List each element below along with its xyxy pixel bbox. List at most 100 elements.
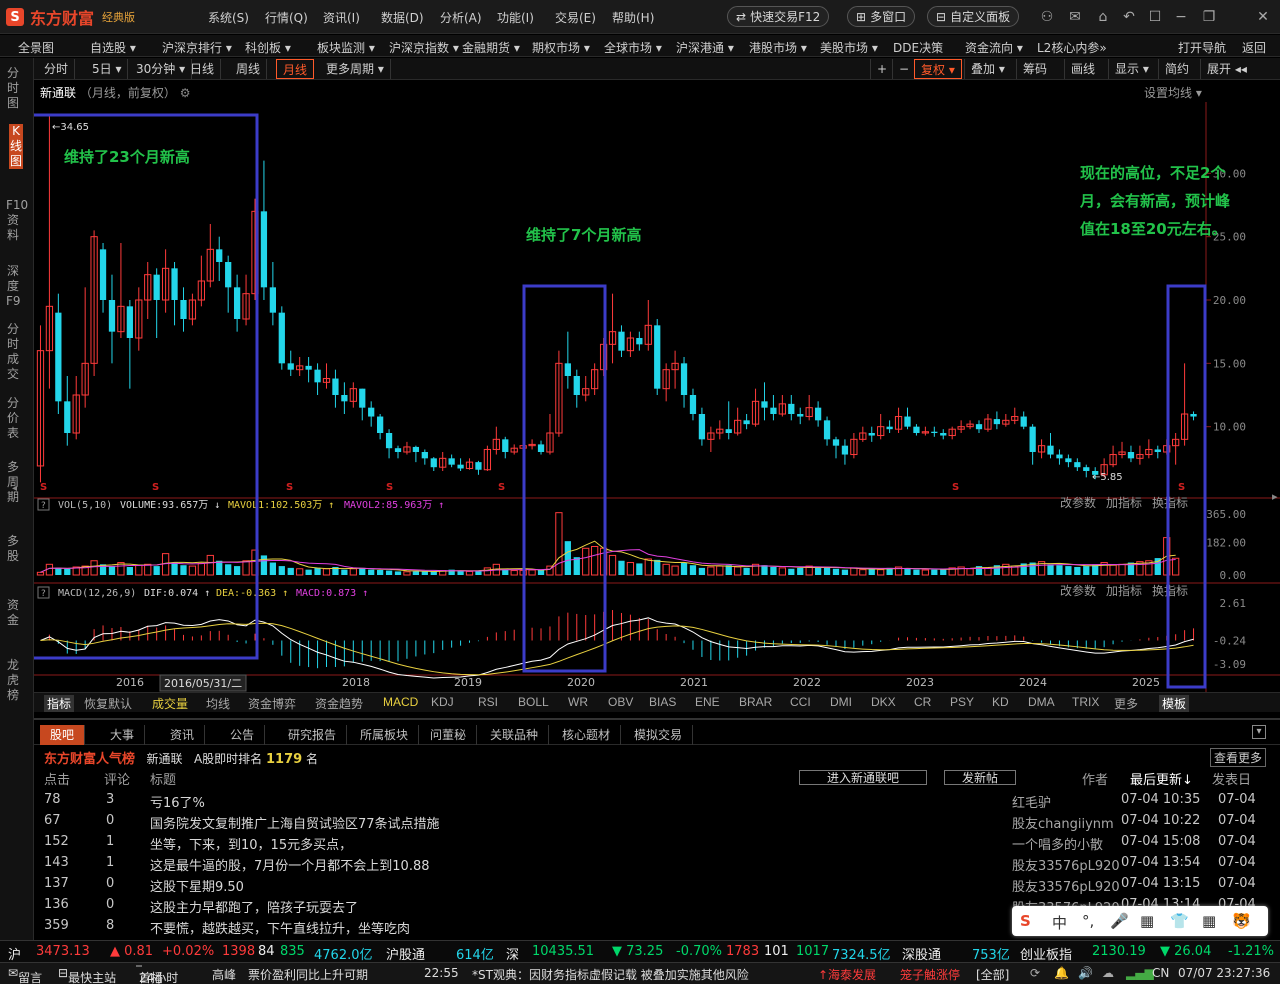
indicator-tab-7[interactable]: KDJ bbox=[431, 695, 454, 709]
set-ma-button[interactable]: 设置均线 ▾ bbox=[1144, 84, 1202, 101]
bottom-tab-7[interactable]: 关联品种 bbox=[480, 725, 550, 745]
col-clicks[interactable]: 点击 bbox=[44, 769, 70, 788]
fastest-server-button[interactable]: ⊟ 最快主站 bbox=[58, 966, 116, 984]
ime-logo-icon[interactable]: S bbox=[1020, 912, 1031, 930]
nav-open-guide[interactable]: 打开导航 bbox=[1178, 39, 1226, 56]
ime-skin-icon[interactable]: 👕 bbox=[1170, 912, 1189, 930]
zoom-out-button[interactable]: − bbox=[892, 59, 915, 79]
menu-function[interactable]: 功能(I) bbox=[497, 9, 534, 26]
col-comments[interactable]: 评论 bbox=[104, 769, 130, 788]
overlay-button[interactable]: 叠加 ▾ bbox=[964, 59, 1011, 79]
side-fund[interactable]: 资金 bbox=[6, 598, 20, 628]
post-row[interactable]: 137 0 这股下星期9.50 股友33576pL920 07-04 13:15 07-0… bbox=[34, 874, 1280, 895]
zoom-in-button[interactable]: + bbox=[870, 59, 893, 79]
post-author[interactable]: 红毛驴 bbox=[1012, 792, 1051, 811]
bottom-tab-2[interactable]: 资讯 bbox=[160, 725, 206, 745]
post-title[interactable]: 坐等，下来，到10，15元多买点， bbox=[150, 834, 352, 853]
menu-trade[interactable]: 交易(E) bbox=[555, 9, 596, 26]
nav-back[interactable]: 返回 bbox=[1242, 39, 1266, 56]
nav-watchlist[interactable]: 自选股 ▾ bbox=[90, 39, 136, 56]
chips-button[interactable]: 筹码 bbox=[1016, 59, 1053, 79]
indicator-tab-20[interactable]: KD bbox=[992, 695, 1009, 709]
bottom-tab-1[interactable]: 大事 bbox=[100, 725, 146, 745]
nav-fund-flow[interactable]: 资金流向 ▾ bbox=[965, 39, 1023, 56]
indicator-tab-6[interactable]: MACD bbox=[383, 695, 418, 709]
tab-weekly[interactable]: 周线 bbox=[230, 59, 268, 79]
nav-futures[interactable]: 金融期货 ▾ bbox=[462, 39, 520, 56]
ime-toolbox-icon[interactable]: ▦ bbox=[1202, 912, 1216, 930]
nav-hk[interactable]: 港股市场 ▾ bbox=[749, 39, 807, 56]
bottom-tab-8[interactable]: 核心题材 bbox=[552, 725, 622, 745]
adjust-button[interactable]: 复权 ▾ bbox=[914, 59, 962, 79]
ime-mascot-icon[interactable]: 🐯 bbox=[1232, 912, 1251, 930]
display-button[interactable]: 显示 ▾ bbox=[1108, 59, 1155, 79]
skin-icon[interactable]: ☐ bbox=[1146, 8, 1164, 26]
collapse-arrow-icon[interactable]: ◂ bbox=[12, 483, 17, 494]
tab-intraday[interactable]: 分时 bbox=[38, 59, 76, 79]
post-title[interactable]: 不要慌，越跌越买，下午直线拉升，坐等吃肉 bbox=[150, 918, 410, 937]
tab-more-period[interactable]: 更多周期 ▾ bbox=[320, 59, 391, 79]
back-icon[interactable]: ↶ bbox=[1120, 8, 1138, 26]
indicator-tab-22[interactable]: TRIX bbox=[1072, 695, 1099, 709]
side-dragon-tiger[interactable]: 龙虎榜 bbox=[6, 658, 20, 703]
indicator-tab-18[interactable]: CR bbox=[914, 695, 931, 709]
message-button[interactable]: ✉ 留言 bbox=[8, 966, 42, 984]
view-more-button[interactable]: 查看更多 bbox=[1209, 748, 1266, 767]
post-row[interactable]: 78 3 亏16了% 红毛驴 07-04 10:35 07-04 bbox=[34, 790, 1280, 811]
indicator-tab-1[interactable]: 恢复默认 bbox=[84, 695, 132, 712]
indicator-tab-14[interactable]: BRAR bbox=[739, 695, 772, 709]
menu-system[interactable]: 系统(S) bbox=[208, 9, 249, 26]
ime-chinese-mode[interactable]: 中 bbox=[1052, 912, 1067, 933]
nav-panorama[interactable]: 全景图 bbox=[18, 39, 54, 56]
custom-panel-button[interactable]: ⊟ 自定义面板 bbox=[927, 6, 1020, 27]
nav-l2[interactable]: L2核心内参» bbox=[1037, 39, 1107, 56]
menu-info[interactable]: 资讯(I) bbox=[323, 9, 360, 26]
bottom-tab-3[interactable]: 公告 bbox=[220, 725, 266, 745]
kline-chart[interactable]: 30.0025.0020.0015.0010.00←34.65←5.85S S S S… bbox=[34, 80, 1280, 692]
side-intraday[interactable]: 分时图 bbox=[6, 66, 20, 111]
sound-icon[interactable]: 🔊 bbox=[1078, 966, 1093, 980]
enter-forum-button[interactable]: 进入新通联吧 bbox=[799, 770, 927, 785]
post-row[interactable]: 143 1 这是最牛逼的股，7月份一个月都不会上到10.88 股友33576pL920… bbox=[34, 853, 1280, 874]
tab-5day[interactable]: 5日 ▾ bbox=[86, 59, 129, 79]
close-icon[interactable]: ✕ bbox=[1254, 8, 1272, 26]
indicator-tab-13[interactable]: ENE bbox=[695, 695, 720, 709]
col-title[interactable]: 标题 bbox=[150, 769, 176, 788]
panel-toggle-icon[interactable]: ▾ bbox=[1252, 725, 1266, 739]
indicator-tab-11[interactable]: OBV bbox=[608, 695, 633, 709]
minimize-icon[interactable]: − bbox=[1172, 8, 1190, 26]
post-author[interactable]: 股友33576pL920 bbox=[1012, 855, 1120, 874]
nav-options[interactable]: 期权市场 ▾ bbox=[532, 39, 590, 56]
tab-30min[interactable]: 30分钟 ▾ bbox=[130, 59, 193, 79]
side-kline[interactable]: K线图 bbox=[9, 124, 23, 169]
nav-connect[interactable]: 沪深港通 ▾ bbox=[676, 39, 734, 56]
ime-toolbar[interactable]: S 中 °, 🎤 ▦ 👕 ▦ 🐯 bbox=[1012, 906, 1268, 936]
bottom-tab-5[interactable]: 所属板块 bbox=[350, 725, 420, 745]
home-icon[interactable]: ⌂ bbox=[1094, 8, 1112, 26]
settings-icon[interactable]: ⚙ bbox=[180, 86, 191, 100]
indicator-tab-12[interactable]: BIAS bbox=[649, 695, 676, 709]
post-title[interactable]: 这是最牛逼的股，7月份一个月都不会上到10.88 bbox=[150, 855, 430, 874]
expand-button[interactable]: 展开 ◂◂ bbox=[1200, 59, 1253, 79]
post-title[interactable]: 国务院发文复制推广上海自贸试验区77条试点措施 bbox=[150, 813, 440, 832]
indicator-tab-8[interactable]: RSI bbox=[478, 695, 498, 709]
nav-us[interactable]: 美股市场 ▾ bbox=[820, 39, 878, 56]
multi-window-button[interactable]: ⊞ 多窗口 bbox=[847, 6, 916, 27]
ticker-news-2[interactable]: 票价盈利同比上升可期 bbox=[248, 966, 368, 983]
popularity-title[interactable]: 东方财富人气榜 bbox=[44, 752, 135, 767]
indicator-tab-10[interactable]: WR bbox=[568, 695, 588, 709]
indicator-tab-0[interactable]: 指标 bbox=[44, 695, 75, 712]
ticker-alert-1[interactable]: ↑海泰发展 bbox=[818, 966, 876, 983]
ticker-news-1[interactable]: 高峰 bbox=[212, 966, 236, 983]
indicator-tab-5[interactable]: 资金趋势 bbox=[315, 695, 363, 712]
col-posted[interactable]: 发表日 bbox=[1212, 769, 1251, 788]
menu-analysis[interactable]: 分析(A) bbox=[440, 9, 482, 26]
indicator-tab-2[interactable]: 成交量 bbox=[152, 695, 188, 712]
post-title[interactable]: 这股下星期9.50 bbox=[150, 876, 244, 895]
simple-button[interactable]: 简约 bbox=[1158, 59, 1195, 79]
side-multi-stock[interactable]: 多股 bbox=[6, 534, 20, 564]
indicator-tab-17[interactable]: DKX bbox=[871, 695, 896, 709]
indicator-tab-24[interactable]: 模板 bbox=[1159, 695, 1190, 712]
user-icon[interactable]: ⚇ bbox=[1038, 8, 1056, 26]
bottom-tab-0[interactable]: 股吧 bbox=[40, 725, 86, 745]
